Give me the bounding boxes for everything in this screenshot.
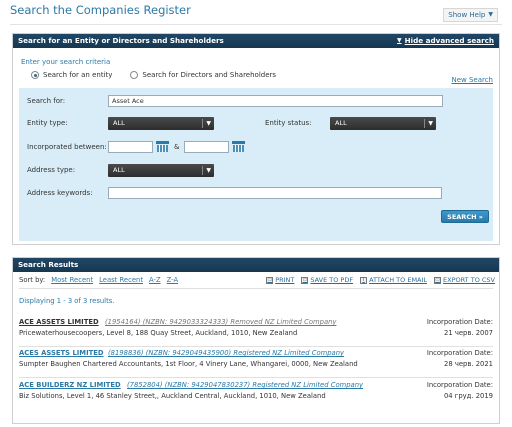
csv-icon: ▭: [434, 276, 442, 284]
chevron-down-icon: ▼: [428, 120, 433, 127]
incorporated-from-input[interactable]: [108, 141, 153, 153]
incorporated-between-label: Incorporated between:: [27, 143, 107, 151]
address-keywords-input[interactable]: [108, 187, 442, 199]
page-title: Search the Companies Register: [10, 3, 191, 17]
chevron-down-icon: ▼: [206, 120, 211, 127]
result-date-label: Incorporation Date:: [426, 349, 493, 357]
hide-advanced-search-link[interactable]: ▼ Hide advanced search: [397, 34, 494, 48]
print-button[interactable]: ▭ PRINT: [266, 276, 294, 284]
result-name-link[interactable]: ACES ASSETS LIMITED: [19, 349, 104, 357]
address-keywords-label: Address keywords:: [27, 189, 93, 197]
result-address: Sumpter Baughen Chartered Accountants, 1…: [19, 360, 358, 368]
entity-status-label: Entity status:: [265, 119, 312, 127]
search-panel-header: Search for an Entity or Directors and Sh…: [13, 34, 499, 48]
result-name-link[interactable]: ACE ASSETS LIMITED: [19, 318, 99, 326]
sort-label: Sort by:: [19, 276, 46, 284]
result-address: Biz Solutions, Level 1, 46 Stanley Stree…: [19, 392, 326, 400]
result-detail-link[interactable]: (7852804) (NZBN: 9429047830237) Register…: [127, 381, 363, 389]
result-date-label: Incorporation Date:: [426, 318, 493, 326]
new-search-link[interactable]: New Search: [451, 76, 493, 84]
result-row: ACE BUILDERZ NZ LIMITED (7852804) (NZBN:…: [19, 381, 493, 410]
results-count: Displaying 1 - 3 of 3 results.: [19, 297, 115, 305]
radio-search-directors[interactable]: [130, 71, 139, 79]
result-row: ACE ASSETS LIMITED (1954164) (NZBN: 9429…: [19, 318, 493, 347]
chevron-down-icon: ▼: [488, 11, 493, 18]
export-tools: ▭ PRINT ▭ SAVE TO PDF ⌇ ATTACH TO EMAIL …: [266, 276, 495, 284]
address-type-select[interactable]: ALL ▼: [108, 164, 214, 177]
sort-row: Sort by: Most Recent Least Recent A-Z Z-…: [19, 276, 178, 284]
result-date: 21 черв. 2007: [444, 329, 493, 337]
pdf-icon: ▭: [301, 276, 309, 284]
results-panel: Search Results Sort by: Most Recent Leas…: [12, 257, 500, 424]
results-panel-header: Search Results: [13, 258, 499, 272]
result-date: 04 груд. 2019: [443, 392, 493, 400]
attach-email-button[interactable]: ⌇ ATTACH TO EMAIL: [360, 276, 427, 284]
result-detail-link[interactable]: (1954164) (NZBN: 9429033324333) Removed …: [105, 318, 336, 326]
result-date: 28 черв. 2021: [444, 360, 493, 368]
result-name-link[interactable]: ACE BUILDERZ NZ LIMITED: [19, 381, 121, 389]
search-for-input[interactable]: Asset Ace: [108, 95, 443, 107]
incorporated-to-input[interactable]: [184, 141, 229, 153]
calendar-icon[interactable]: [232, 141, 245, 153]
show-help-label: Show Help: [448, 11, 486, 19]
sort-least-recent[interactable]: Least Recent: [99, 276, 143, 284]
search-mode-radios: Search for an entity Search for Director…: [31, 71, 276, 79]
result-detail-link[interactable]: (8198836) (NZBN: 9429049435900) Register…: [108, 349, 344, 357]
hide-advanced-label: Hide advanced search: [404, 36, 494, 45]
result-row: ACES ASSETS LIMITED (8198836) (NZBN: 942…: [19, 349, 493, 378]
sort-a-z[interactable]: A-Z: [149, 276, 161, 284]
entity-type-value: ALL: [113, 119, 125, 127]
attach-email-label: ATTACH TO EMAIL: [369, 276, 428, 284]
radio-search-entity-label[interactable]: Search for an entity: [43, 71, 112, 79]
radio-search-directors-label[interactable]: Search for Directors and Shareholders: [142, 71, 276, 79]
print-label: PRINT: [275, 276, 295, 284]
entity-status-value: ALL: [335, 119, 347, 127]
triangle-down-icon: ▼: [397, 37, 402, 44]
result-address: Pricewaterhousecoopers, Level 8, 188 Qua…: [19, 329, 298, 337]
result-date-label: Incorporation Date:: [426, 381, 493, 389]
results-panel-title: Search Results: [18, 260, 79, 269]
tools-divider: [19, 288, 493, 289]
save-pdf-label: SAVE TO PDF: [310, 276, 354, 284]
radio-search-entity[interactable]: [31, 71, 39, 79]
address-type-label: Address type:: [27, 166, 76, 174]
title-divider: [10, 24, 502, 25]
search-panel-title: Search for an Entity or Directors and Sh…: [18, 36, 224, 45]
export-csv-button[interactable]: ▭ EXPORT TO CSV: [434, 276, 495, 284]
entity-type-label: Entity type:: [27, 119, 68, 127]
criteria-label: Enter your search criteria: [21, 58, 111, 66]
ampersand-label: &: [174, 143, 180, 151]
search-form: Search for: Asset Ace Entity type: ALL ▼…: [19, 88, 493, 241]
address-type-value: ALL: [113, 166, 125, 174]
export-csv-label: EXPORT TO CSV: [443, 276, 495, 284]
search-panel: Search for an Entity or Directors and Sh…: [12, 33, 500, 245]
calendar-icon[interactable]: [156, 141, 169, 153]
sort-z-a[interactable]: Z-A: [167, 276, 179, 284]
entity-status-select[interactable]: ALL ▼: [330, 117, 436, 130]
printer-icon: ▭: [266, 276, 274, 284]
show-help-button[interactable]: Show Help ▼: [443, 8, 498, 22]
paperclip-icon: ⌇: [360, 276, 368, 284]
sort-most-recent[interactable]: Most Recent: [51, 276, 93, 284]
save-pdf-button[interactable]: ▭ SAVE TO PDF: [301, 276, 353, 284]
entity-type-select[interactable]: ALL ▼: [108, 117, 214, 130]
chevron-down-icon: ▼: [206, 167, 211, 174]
search-for-label: Search for:: [27, 97, 66, 105]
search-button[interactable]: SEARCH »: [441, 210, 489, 223]
